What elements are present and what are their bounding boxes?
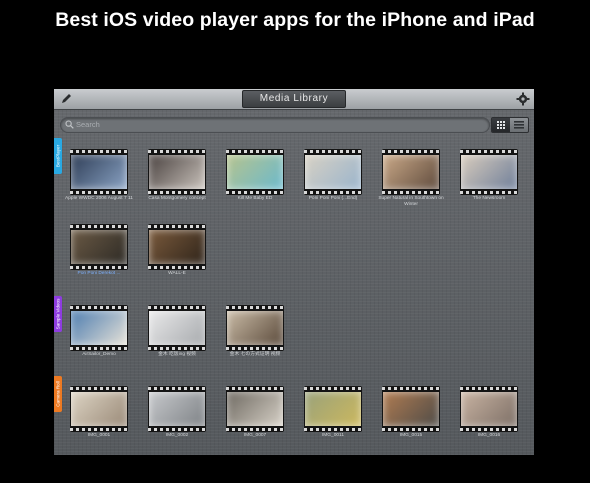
- section-tab-label: Camera Roll: [55, 381, 61, 407]
- video-thumbnail[interactable]: IMG_0015: [382, 386, 440, 444]
- video-preview-image: [461, 155, 517, 189]
- video-thumbnail[interactable]: IMG_0016: [460, 386, 518, 444]
- video-caption: Pon Poni Derekot ...: [77, 271, 121, 276]
- video-thumbnail[interactable]: Poni Poni Poni (...End): [304, 149, 362, 207]
- film-strip-frame: [226, 149, 284, 195]
- video-preview-image: [383, 392, 439, 426]
- gear-icon[interactable]: [516, 92, 530, 106]
- film-strip-frame: [70, 149, 128, 195]
- video-preview-image: [71, 230, 127, 264]
- film-strip-frame: [382, 149, 440, 195]
- film-strip-frame: [226, 305, 284, 351]
- video-caption: Apple WWDC 2006 August 7 11: [65, 196, 133, 201]
- video-thumbnail[interactable]: IMG_0001: [70, 386, 128, 444]
- section-tab-sample-videos[interactable]: Sample Videos: [54, 296, 62, 332]
- video-thumbnail[interactable]: Apple WWDC 2006 August 7 11: [65, 149, 133, 207]
- film-strip-frame: [304, 149, 362, 195]
- film-strip-frame: [148, 224, 206, 270]
- film-strip-frame: [148, 386, 206, 432]
- video-caption: Casa Montgomery concept: [148, 196, 206, 201]
- video-preview-image: [305, 155, 361, 189]
- video-preview-image: [149, 311, 205, 345]
- video-caption: Poni Poni Poni (...End): [308, 196, 358, 201]
- video-caption: IMG_0001: [87, 433, 111, 438]
- section-tab-camera-roll[interactable]: Camera Roll: [54, 376, 62, 412]
- search-placeholder: Search: [76, 120, 100, 129]
- video-preview-image: [227, 311, 283, 345]
- video-preview-image: [383, 155, 439, 189]
- video-preview-image: [71, 311, 127, 345]
- view-toggle[interactable]: [491, 117, 529, 133]
- film-strip-frame: [460, 386, 518, 432]
- video-thumbnail[interactable]: IMG_0002: [148, 386, 206, 444]
- video-caption: WALL-E: [168, 271, 186, 276]
- film-strip-frame: [304, 386, 362, 432]
- section-tab-label: BestPlayer: [55, 144, 61, 168]
- ipad-screen: Media Library Search BestPlayer Sample V…: [54, 89, 534, 455]
- video-preview-image: [227, 392, 283, 426]
- grid-icon[interactable]: [492, 118, 510, 132]
- video-thumbnail[interactable]: Super Natural in Southtown on Winter: [378, 149, 444, 207]
- video-caption: IMG_0015: [399, 433, 423, 438]
- film-strip-frame: [70, 386, 128, 432]
- video-preview-image: [227, 155, 283, 189]
- video-preview-image: [305, 392, 361, 426]
- video-thumbnail[interactable]: Pon Poni Derekot ...: [70, 224, 128, 282]
- video-caption: IMG_0007: [243, 433, 267, 438]
- film-strip-frame: [70, 305, 128, 351]
- video-thumbnail[interactable]: IMG_0011: [304, 386, 362, 444]
- section-tab-label: Sample Videos: [55, 298, 61, 330]
- video-thumbnail[interactable]: AirSailor_Demo: [70, 305, 128, 363]
- video-caption: AirSailor_Demo: [82, 352, 116, 357]
- search-icon: [65, 120, 74, 129]
- video-thumbnail[interactable]: The Newsroom: [460, 149, 518, 207]
- video-preview-image: [71, 155, 127, 189]
- video-caption: IMG_0016: [477, 433, 501, 438]
- video-caption: IMG_0011: [321, 433, 345, 438]
- list-icon[interactable]: [510, 118, 528, 132]
- video-thumbnail[interactable]: IMG_0007: [226, 386, 284, 444]
- video-preview-image: [149, 230, 205, 264]
- film-strip-frame: [460, 149, 518, 195]
- video-caption: The Newsroom: [472, 196, 506, 201]
- film-strip-frame: [148, 149, 206, 195]
- video-preview-image: [149, 155, 205, 189]
- pen-icon[interactable]: [60, 93, 72, 105]
- video-thumbnail[interactable]: Kill Me Baby ED: [226, 149, 284, 207]
- section-tab-bestplayer[interactable]: BestPlayer: [54, 138, 62, 174]
- media-library-title[interactable]: Media Library: [242, 90, 346, 108]
- video-thumbnail[interactable]: 金木 七の方式证明 视频: [226, 305, 284, 363]
- video-caption: Kill Me Baby ED: [237, 196, 273, 201]
- video-thumbnail[interactable]: WALL-E: [148, 224, 206, 282]
- search-input[interactable]: Search: [60, 117, 490, 133]
- video-thumbnail[interactable]: 金木 吃饭ing 视频: [148, 305, 206, 363]
- film-strip-frame: [70, 224, 128, 270]
- top-toolbar: Media Library: [54, 89, 534, 110]
- film-strip-frame: [226, 386, 284, 432]
- page-headline: Best iOS video player apps for the iPhon…: [55, 9, 535, 31]
- video-caption: IMG_0002: [165, 433, 189, 438]
- film-strip-frame: [148, 305, 206, 351]
- video-preview-image: [149, 392, 205, 426]
- video-preview-image: [461, 392, 517, 426]
- film-strip-frame: [382, 386, 440, 432]
- video-caption: Super Natural in Southtown on Winter: [378, 196, 444, 207]
- video-preview-image: [71, 392, 127, 426]
- video-thumbnail[interactable]: Casa Montgomery concept: [148, 149, 206, 207]
- video-caption: 金木 七の方式证明 视频: [229, 352, 281, 357]
- video-caption: 金木 吃饭ing 视频: [158, 352, 196, 357]
